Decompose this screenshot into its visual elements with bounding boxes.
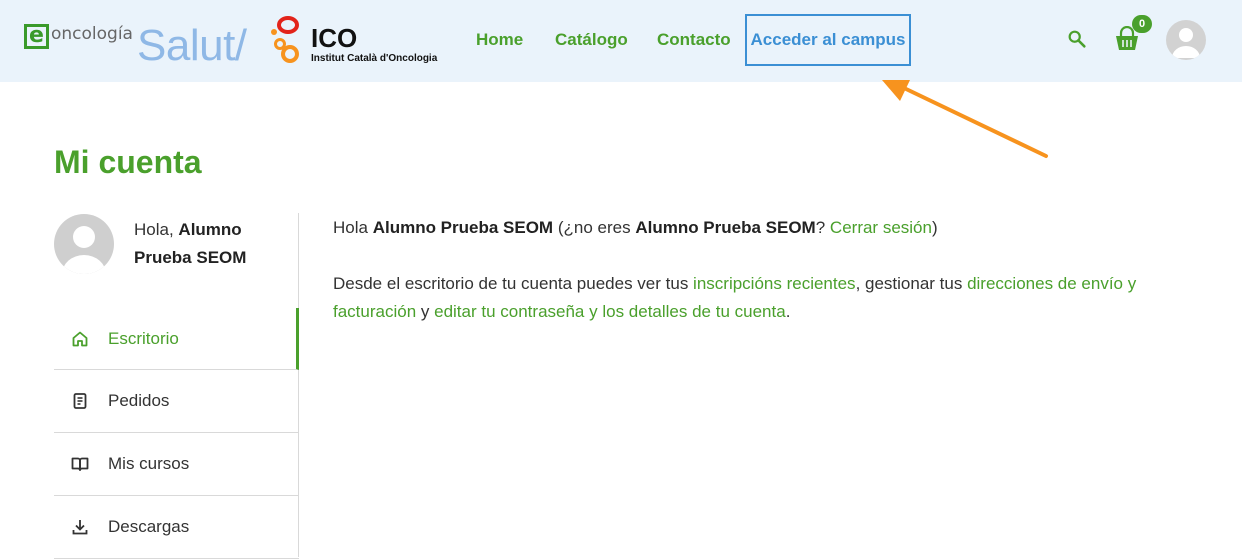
dashboard-description: Desde el escritorio de tu cuenta puedes … <box>333 270 1173 326</box>
salut-logo[interactable]: Salut/ <box>137 22 247 70</box>
cart-count-badge: 0 <box>1132 15 1152 33</box>
nav-home[interactable]: Home <box>476 14 523 66</box>
welcome-line: Hola Alumno Prueba SEOM (¿no eres Alumno… <box>333 214 1173 242</box>
ico-logo-subtitle: Institut Català d'Oncologia <box>311 53 438 64</box>
text: , gestionar tus <box>855 274 968 293</box>
user-name: Alumno Prueba SEOM <box>635 218 816 237</box>
menu-item-descargas[interactable]: Descargas <box>54 496 299 559</box>
download-icon <box>72 520 88 535</box>
text: ) <box>931 218 938 237</box>
text: y <box>416 302 435 321</box>
menu-item-pedidos[interactable]: Pedidos <box>54 370 299 433</box>
menu-item-label: Pedidos <box>108 391 170 410</box>
receipt-icon <box>73 393 87 409</box>
text: (¿no eres <box>553 218 636 237</box>
e-oncologia-logo[interactable]: e oncología <box>24 24 133 49</box>
menu-item-escritorio[interactable]: Escritorio <box>54 308 299 370</box>
user-name: Alumno Prueba SEOM <box>372 218 554 237</box>
greeting-prefix: Hola, <box>134 220 179 239</box>
book-icon <box>71 457 89 471</box>
text: ? <box>815 218 830 237</box>
logout-link[interactable]: Cerrar sesión <box>830 218 932 237</box>
sidebar-avatar <box>54 214 114 274</box>
avatar-silhouette-icon <box>62 226 106 274</box>
search-icon[interactable] <box>1066 28 1088 50</box>
menu-item-label: Descargas <box>108 517 190 536</box>
acceder-campus-button[interactable]: Acceder al campus <box>745 14 911 66</box>
menu-item-mis-cursos[interactable]: Mis cursos <box>54 433 299 496</box>
account-details-link[interactable]: editar tu contraseña y los detalles de t… <box>434 302 786 321</box>
e-logo-mark: e <box>24 24 49 49</box>
text: Hola <box>333 218 373 237</box>
text: . <box>785 302 791 321</box>
ico-logo-text: ICO <box>311 23 358 53</box>
ico-logo[interactable]: ICO Institut Català d'Oncologia <box>266 14 438 66</box>
text: Desde el escritorio de tu cuenta puedes … <box>333 274 694 293</box>
ico-logo-mark <box>271 16 299 63</box>
dashboard-content: Hola Alumno Prueba SEOM (¿no eres Alumno… <box>333 214 1173 354</box>
nav-contacto[interactable]: Contacto <box>657 14 731 66</box>
account-menu: Escritorio Pedidos Mis cursos Descargas <box>54 308 299 559</box>
avatar-silhouette-icon <box>1172 28 1200 58</box>
sidebar-greeting: Hola, Alumno Prueba SEOM <box>134 216 299 272</box>
menu-item-label: Mis cursos <box>108 454 190 473</box>
nav-catalogo[interactable]: Catálogo <box>555 14 628 66</box>
e-logo-word: oncología <box>51 24 133 44</box>
user-avatar-icon[interactable] <box>1166 20 1206 60</box>
home-icon <box>72 331 88 346</box>
page-title: Mi cuenta <box>54 144 202 180</box>
recent-enrollments-link[interactable]: inscripcións recientes <box>693 274 856 293</box>
menu-item-label: Escritorio <box>108 328 179 348</box>
site-header: e oncología Salut/ ICO Institut Català d… <box>0 0 1242 82</box>
